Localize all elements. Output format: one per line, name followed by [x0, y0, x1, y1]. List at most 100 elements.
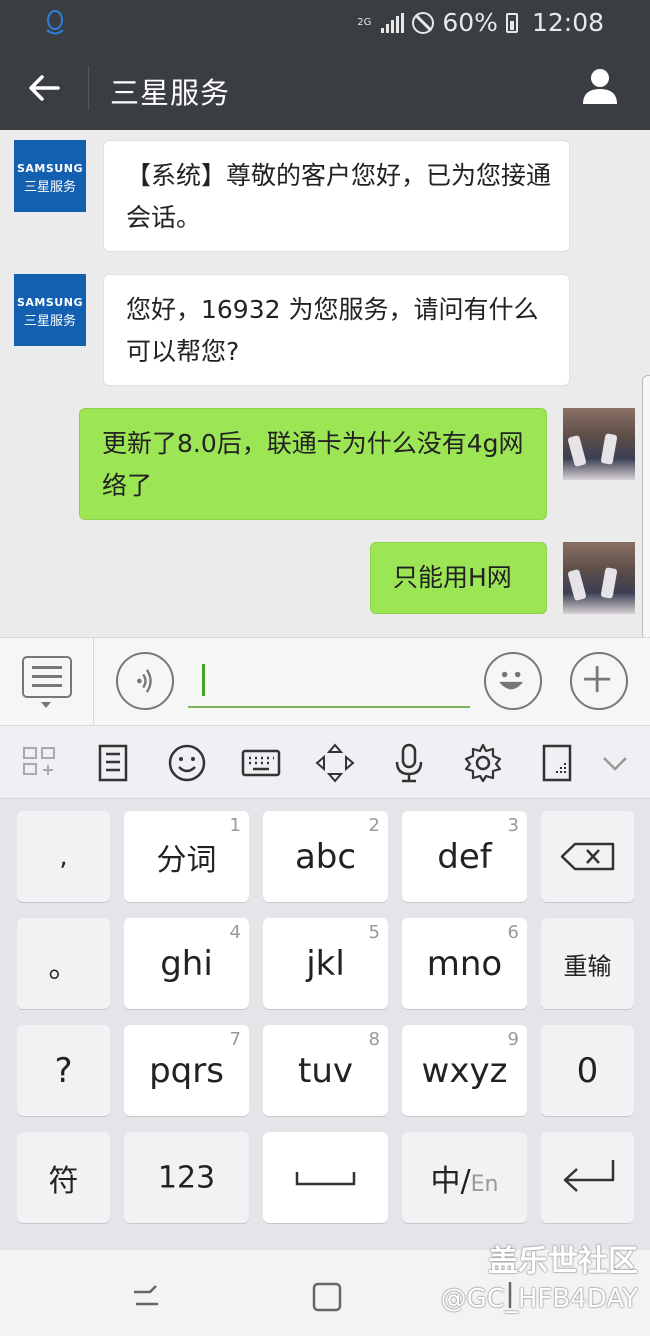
- key-number: 4: [229, 922, 241, 943]
- enter-icon: [563, 1160, 615, 1192]
- key-label: ghi: [160, 943, 213, 984]
- avatar-name: 三星服务: [23, 180, 76, 195]
- emoji-button[interactable]: [484, 652, 542, 710]
- key-number: 7: [229, 1029, 241, 1050]
- key-space[interactable]: [263, 1132, 388, 1223]
- user-avatar[interactable]: [563, 542, 635, 614]
- do-not-disturb-icon: [412, 11, 435, 34]
- key-label: 0: [576, 1050, 599, 1091]
- backspace-key[interactable]: [541, 811, 634, 902]
- menu-caret-icon: [41, 702, 51, 708]
- key-number: 2: [368, 815, 380, 836]
- avatar-brand: SAMSUNG: [17, 162, 83, 175]
- key-label: mno: [426, 943, 503, 984]
- key-symbols[interactable]: 符: [17, 1132, 110, 1223]
- network-type-label: 2G: [357, 17, 372, 28]
- clock: 12:08: [531, 8, 604, 37]
- key-9[interactable]: wxyz 9: [402, 1025, 527, 1116]
- enter-key[interactable]: [541, 1132, 634, 1223]
- key-3[interactable]: def 3: [402, 811, 527, 902]
- lang-cn-label: 中: [430, 1163, 461, 1199]
- key-8[interactable]: tuv 8: [263, 1025, 388, 1116]
- key-2[interactable]: abc 2: [263, 811, 388, 902]
- title-divider: [88, 66, 89, 110]
- navigation-bar: 盖乐世社区 @GC_HFB4DAY: [0, 1244, 650, 1336]
- message-bubble-user[interactable]: 更新了8.0后，联通卡为什么没有4g网络了: [79, 408, 547, 520]
- key-4[interactable]: ghi 4: [124, 918, 249, 1009]
- battery-icon: [505, 12, 518, 33]
- chat-area[interactable]: SAMSUNG 三星服务 【系统】尊敬的客户您好，已为您接通会话。 SAMSUN…: [0, 130, 650, 637]
- samsung-avatar[interactable]: SAMSUNG 三星服务: [14, 274, 86, 346]
- scrollbar[interactable]: [642, 375, 650, 640]
- message-bubble-agent[interactable]: 【系统】尊敬的客户您好，已为您接通会话。: [103, 140, 570, 252]
- emoji-keyboard-icon[interactable]: [166, 742, 208, 784]
- home-icon[interactable]: [310, 1280, 346, 1314]
- microphone-icon[interactable]: [388, 742, 430, 784]
- key-number: 9: [507, 1029, 519, 1050]
- cursor-move-icon[interactable]: [314, 742, 356, 784]
- avatar-brand: SAMSUNG: [17, 296, 83, 309]
- key-label: pqrs: [149, 1050, 224, 1091]
- lang-sep-label: /: [460, 1163, 471, 1199]
- plus-icon: [584, 666, 611, 693]
- add-more-button[interactable]: [570, 652, 628, 710]
- input-bar: [0, 637, 650, 726]
- key-5[interactable]: jkl 5: [263, 918, 388, 1009]
- key-number: 5: [368, 922, 380, 943]
- key-lang-switch[interactable]: 中/En: [402, 1132, 527, 1223]
- key-retype[interactable]: 重输: [541, 918, 634, 1009]
- keyboard-icon[interactable]: [240, 742, 282, 784]
- smiley-icon: [499, 671, 524, 690]
- samsung-avatar[interactable]: SAMSUNG 三星服务: [14, 140, 86, 212]
- menu-list-button[interactable]: [22, 656, 72, 698]
- battery-percent: 60%: [442, 8, 498, 37]
- settings-gear-icon[interactable]: [462, 742, 504, 784]
- keyboard-resize-icon[interactable]: [536, 742, 578, 784]
- status-bar: 2G 60% 12:08: [0, 0, 650, 46]
- key-number: 1: [229, 815, 241, 836]
- title-bar: 三星服务: [0, 46, 650, 130]
- user-avatar[interactable]: [563, 408, 635, 480]
- message-bubble-user[interactable]: 只能用H网: [370, 542, 547, 614]
- signal-icon: [381, 12, 405, 33]
- key-label: 123: [157, 1160, 216, 1195]
- qq-notification-icon: [46, 10, 64, 35]
- key-1[interactable]: 分词 1: [124, 811, 249, 902]
- voice-input-button[interactable]: [116, 652, 174, 710]
- key-label: 。: [48, 949, 79, 985]
- lang-en-label: En: [470, 1171, 499, 1197]
- input-divider: [93, 638, 94, 726]
- key-label: ?: [54, 1050, 73, 1091]
- profile-icon[interactable]: [580, 66, 620, 106]
- message-input[interactable]: [188, 658, 470, 708]
- t9-keyboard: , 。 ? 符 分词 1 abc 2 def 3 ghi 4 jkl 5 mno 6 pqr…: [0, 799, 650, 1250]
- key-label: 符: [48, 1163, 79, 1199]
- chevron-down-icon[interactable]: [594, 742, 636, 784]
- key-label: wxyz: [421, 1050, 508, 1091]
- recent-apps-icon[interactable]: [128, 1280, 164, 1312]
- key-label: ,: [59, 841, 68, 872]
- apps-grid-icon[interactable]: [20, 742, 62, 784]
- key-0[interactable]: 0: [541, 1025, 634, 1116]
- backspace-icon: [560, 842, 615, 871]
- key-label: def: [437, 836, 492, 877]
- key-7[interactable]: pqrs 7: [124, 1025, 249, 1116]
- message-bubble-agent[interactable]: 您好，16932 为您服务，请问有什么可以帮您?: [103, 274, 570, 386]
- key-question[interactable]: ?: [17, 1025, 110, 1116]
- watermark-site: 盖乐世社区: [488, 1244, 638, 1279]
- space-bar-icon: [295, 1172, 356, 1186]
- key-number: 8: [368, 1029, 380, 1050]
- key-label: jkl: [306, 943, 345, 984]
- page-title: 三星服务: [110, 76, 231, 110]
- key-6[interactable]: mno 6: [402, 918, 527, 1009]
- back-arrow-icon[interactable]: [24, 68, 64, 108]
- key-comma[interactable]: ,: [17, 811, 110, 902]
- key-label: abc: [294, 836, 357, 877]
- key-numbers[interactable]: 123: [124, 1132, 249, 1223]
- voice-wave-icon: [137, 669, 152, 693]
- clipboard-icon[interactable]: [92, 742, 134, 784]
- keyboard-toolbar: [0, 725, 650, 799]
- key-period[interactable]: 。: [17, 918, 110, 1009]
- key-number: 3: [507, 815, 519, 836]
- avatar-name: 三星服务: [23, 314, 76, 329]
